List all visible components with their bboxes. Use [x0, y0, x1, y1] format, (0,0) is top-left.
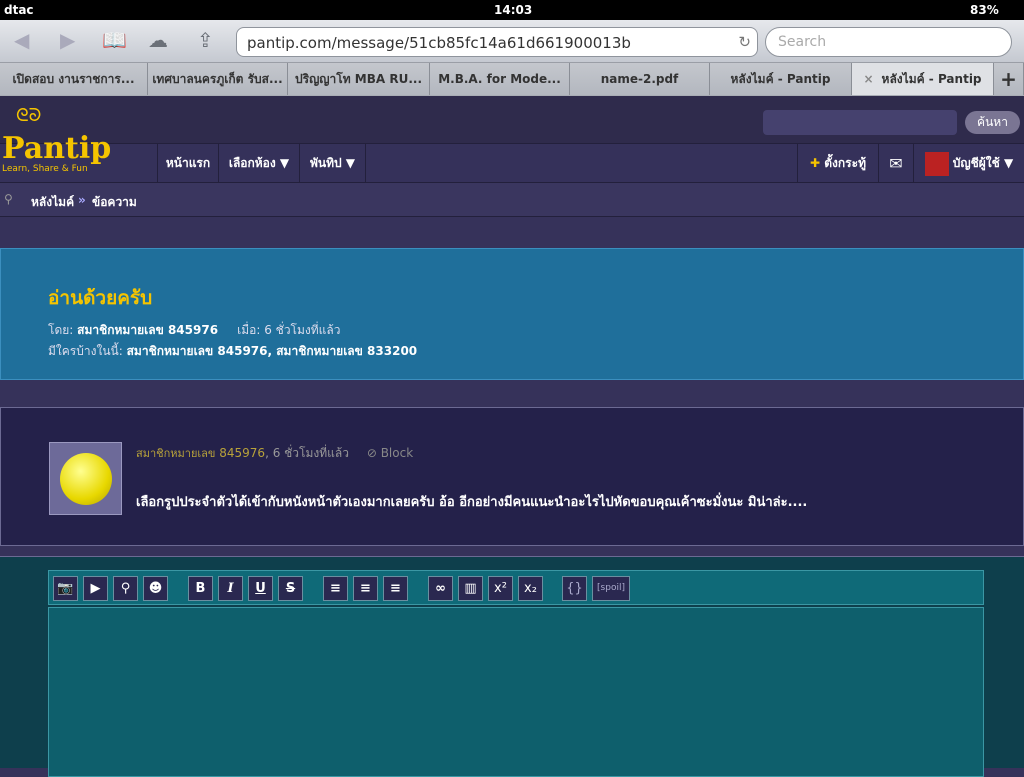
site-search-button[interactable]: ค้นหา — [965, 111, 1020, 134]
code-button[interactable]: {} — [562, 576, 587, 601]
breadcrumb-link[interactable]: หลังไมค์ — [31, 193, 74, 212]
url-field[interactable]: pantip.com/message/51cb85fc14a61d6619000… — [236, 27, 758, 57]
post-meta: สมาชิกหมายเลข 845976, 6 ชั่วโมงที่แล้ว ⊘… — [136, 444, 413, 463]
member-list: สมาชิกหมายเลข 845976, สมาชิกหมายเลข 8332… — [126, 344, 418, 358]
clock: 14:03 — [494, 3, 533, 17]
battery: 83% — [970, 3, 999, 17]
search-field[interactable]: Search — [765, 27, 1012, 57]
logo-tagline: Learn, Share & Fun — [2, 164, 88, 174]
topic-members: มีใครบ้างในนี้: สมาชิกหมายเลข 845976, สม… — [48, 344, 418, 358]
tab[interactable]: M.B.A. for Mode... — [430, 63, 570, 95]
tab[interactable]: เปิดสอบ งานราชการ... — [0, 63, 148, 95]
location-pin-icon: ⚲ — [4, 192, 13, 206]
logo-wordmark: Pantip — [2, 131, 112, 166]
insert-video-icon[interactable]: ▶ — [83, 576, 108, 601]
new-tab-button[interactable]: + — [994, 63, 1024, 95]
tab[interactable]: ปริญญาโท MBA RU... — [288, 63, 430, 95]
topic-time: 6 ชั่วโมงที่แล้ว — [264, 323, 341, 337]
block-icon: ⊘ — [366, 446, 377, 460]
forward-icon[interactable]: ▶ — [60, 28, 75, 52]
back-icon[interactable]: ◀ — [14, 28, 29, 52]
tab[interactable]: name-2.pdf — [570, 63, 710, 95]
tab[interactable]: เทศบาลนครภูเก็ต รับส... — [148, 63, 288, 95]
bold-button[interactable]: B — [188, 576, 213, 601]
subscript-button[interactable]: x₂ — [518, 576, 543, 601]
link-button[interactable]: ∞ — [428, 576, 453, 601]
topic-author[interactable]: สมาชิกหมายเลข 845976 — [77, 323, 218, 337]
nav-pantip[interactable]: พันทิป ▼ — [299, 144, 366, 183]
align-right-button[interactable]: ≡ — [383, 576, 408, 601]
avatar[interactable] — [49, 442, 122, 515]
user-avatar — [924, 151, 949, 176]
cloud-icon[interactable]: ☁ — [148, 28, 168, 52]
topic-meta: โดย: สมาชิกหมายเลข 845976 เมื่อ: 6 ชั่วโ… — [48, 323, 341, 337]
post-author[interactable]: สมาชิกหมายเลข — [136, 447, 215, 460]
italic-button[interactable]: I — [218, 576, 243, 601]
mail-icon[interactable]: ✉ — [878, 144, 913, 183]
align-center-button[interactable]: ≡ — [353, 576, 378, 601]
block-button[interactable]: ⊘ Block — [367, 446, 413, 460]
bookmarks-icon[interactable]: 📖 — [102, 28, 127, 52]
account-menu[interactable]: บัญชีผู้ใช้ ▼ — [913, 144, 1024, 183]
underline-button[interactable]: U — [248, 576, 273, 601]
site-header: ค้นหา — [0, 96, 1024, 144]
pantip-logo[interactable]: ᘓᘐ Pantip Learn, Share & Fun — [2, 105, 152, 175]
post-time: , 6 ชั่วโมงที่แล้ว — [265, 446, 349, 460]
browser-toolbar: ◀ ▶ 📖 ☁ ⇪ pantip.com/message/51cb85fc14a… — [0, 20, 1024, 63]
reply-textarea[interactable] — [48, 607, 984, 777]
new-topic-icon: ✚ — [810, 156, 821, 170]
nav-rooms[interactable]: เลือกห้อง ▼ — [218, 144, 299, 183]
tab-bar: เปิดสอบ งานราชการ... เทศบาลนครภูเก็ต รับ… — [0, 63, 1024, 96]
insert-map-icon[interactable]: ⚲ — [113, 576, 138, 601]
new-topic-button[interactable]: ✚ ตั้งกระทู้ — [797, 144, 878, 183]
tab-active[interactable]: × หลังไมค์ - Pantip — [852, 63, 994, 95]
post-body: เลือกรูปประจำตัวได้เข้ากับหนังหน้าตัวเอง… — [136, 495, 808, 510]
breadcrumb-current: ข้อความ — [92, 195, 137, 209]
align-left-button[interactable]: ≡ — [323, 576, 348, 601]
status-bar: dtac 14:03 83% — [0, 0, 1024, 20]
smiley-avatar-icon — [59, 452, 112, 505]
strikethrough-button[interactable]: S — [278, 576, 303, 601]
reload-icon[interactable]: ↻ — [738, 33, 751, 51]
tab-label: หลังไมค์ - Pantip — [881, 71, 982, 86]
site-search-input[interactable] — [763, 110, 957, 135]
reply-editor: 📷 ▶ ⚲ ☻ B I U S ≡ ≡ ≡ ∞ ▥ x² x₂ {} [spoi… — [0, 556, 1024, 777]
tab[interactable]: หลังไมค์ - Pantip — [710, 63, 852, 95]
topic-title: อ่านด้วยครับ — [48, 287, 153, 309]
editor-toolbar: 📷 ▶ ⚲ ☻ B I U S ≡ ≡ ≡ ∞ ▥ x² x₂ {} [spoi… — [48, 570, 984, 605]
carrier: dtac — [4, 3, 34, 17]
nav-home[interactable]: หน้าแรก — [157, 144, 218, 183]
superscript-button[interactable]: x² — [488, 576, 513, 601]
close-tab-icon[interactable]: × — [863, 72, 873, 86]
insert-image-icon[interactable]: 📷 — [53, 576, 78, 601]
message-post: สมาชิกหมายเลข 845976, 6 ชั่วโมงที่แล้ว ⊘… — [0, 407, 1024, 546]
share-icon[interactable]: ⇪ — [197, 28, 214, 52]
spoiler-button[interactable]: [spoil] — [592, 576, 630, 601]
topic-box: อ่านด้วยครับ โดย: สมาชิกหมายเลข 845976 เ… — [0, 248, 1024, 380]
horizontal-rule-button[interactable]: ▥ — [458, 576, 483, 601]
post-author-id[interactable]: 845976 — [219, 446, 265, 460]
main-nav: หน้าแรก เลือกห้อง ▼ พันทิป ▼ ✚ ตั้งกระทู… — [0, 143, 1024, 183]
emoticon-icon[interactable]: ☻ — [143, 576, 168, 601]
breadcrumb: ⚲ หลังไมค์ » ข้อความ — [0, 183, 1024, 217]
breadcrumb-separator: » — [78, 193, 86, 207]
url-text: pantip.com/message/51cb85fc14a61d6619000… — [247, 34, 631, 52]
logo-swirl-icon: ᘓᘐ — [16, 105, 42, 126]
